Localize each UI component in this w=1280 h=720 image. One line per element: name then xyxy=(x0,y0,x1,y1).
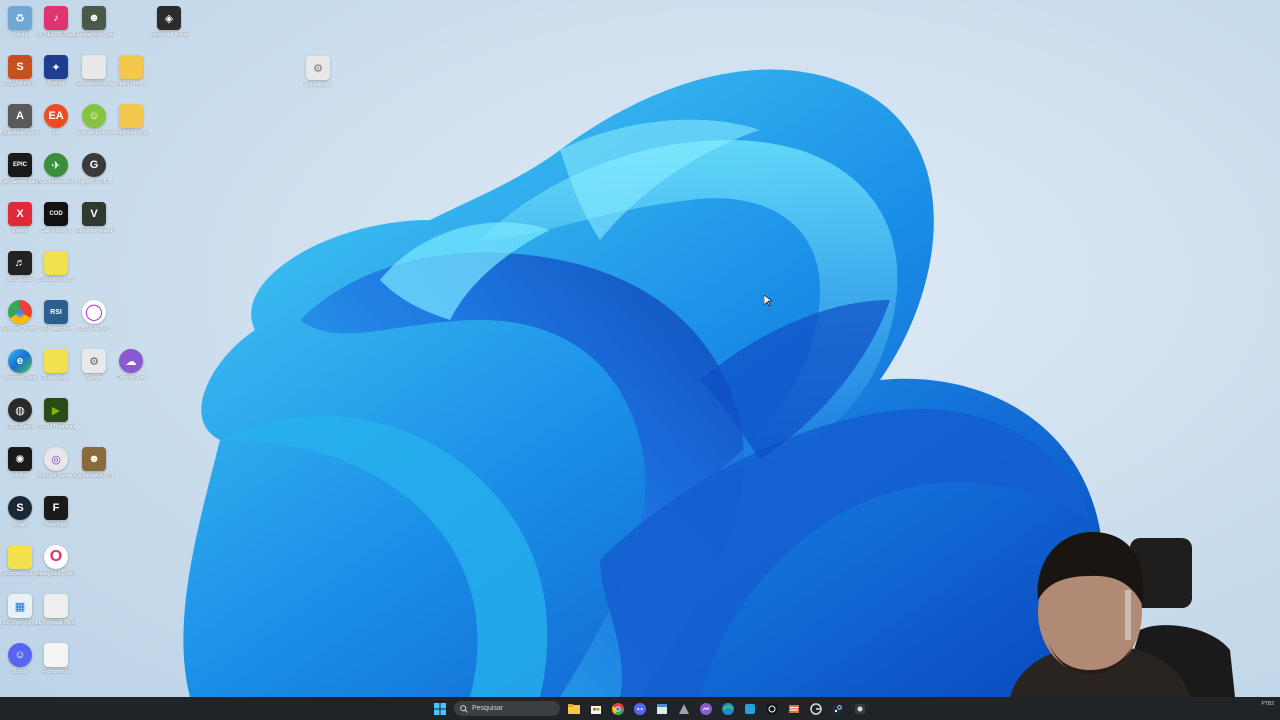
call-of-duty-icon[interactable]: COD Call of Duty ® xyxy=(36,200,76,248)
start-button[interactable] xyxy=(432,701,448,717)
discord-icon xyxy=(634,702,646,715)
app-button[interactable] xyxy=(654,701,670,717)
app-icon[interactable]: ☺ Teste de Entrega xyxy=(74,102,114,150)
hydra-icon[interactable]: ✺ Hydra xyxy=(0,445,40,493)
game-icon[interactable]: ☻ Os Farpanalt(PT) xyxy=(74,445,114,493)
escape-from-tarkov-icon[interactable]: ☻ Escape from Tarkov xyxy=(74,4,114,52)
file-explorer-button[interactable] xyxy=(566,701,582,717)
chrome-icon xyxy=(612,702,624,715)
obs-icon xyxy=(766,703,778,714)
steam-icon[interactable]: S Steam xyxy=(0,494,40,542)
folder-icon[interactable]: Documentos (1) xyxy=(36,249,76,297)
msi-afterburner-icon[interactable]: ✈ MSI Afterburner xyxy=(36,151,76,199)
app-icon[interactable]: F Demobbm xyxy=(36,494,76,542)
ea-icon[interactable]: EA EA xyxy=(36,102,76,150)
file-icon[interactable]: Mc Fé nada (Bern) jo... xyxy=(36,592,76,640)
app-button[interactable] xyxy=(786,701,802,717)
gray-zone-icon[interactable]: V Gray Zone Warfare xyxy=(74,200,114,248)
discord-button[interactable] xyxy=(632,701,648,717)
search-placeholder: Pesquisar xyxy=(472,705,504,712)
logitech-icon[interactable]: G Logitech G HUB xyxy=(74,151,114,199)
app-icon[interactable]: ✦ Discord xyxy=(36,53,76,101)
epic-games-icon[interactable]: EPIC Epic Games Launcher xyxy=(0,151,40,199)
obs-icon[interactable]: ◍ OBS Studio xyxy=(0,396,40,444)
rsi-launcher-icon[interactable]: RSI RSI Launcher xyxy=(36,298,76,346)
logitech-icon xyxy=(810,702,822,715)
file-icon[interactable]: Fechamento xyxy=(36,641,76,689)
recycle-bin-icon[interactable]: ♻ Lixeira xyxy=(0,4,40,52)
steam-button[interactable] xyxy=(830,701,846,717)
app-icon[interactable]: ◯ OBS GALAXY xyxy=(74,298,114,346)
app-icon xyxy=(789,704,799,713)
battlestate-icon[interactable]: A Battlestate Games L... xyxy=(0,102,40,150)
app-icon xyxy=(745,703,755,714)
folder-icon[interactable]: Arquivos Profits xyxy=(111,102,151,150)
mouse-cursor-icon xyxy=(764,295,772,307)
edge-icon xyxy=(722,702,734,715)
chrome-icon[interactable]: ◉ Google Chrome xyxy=(0,298,40,346)
scum-icon[interactable]: S SCUM Admin... xyxy=(0,53,40,101)
app-icon[interactable]: ⚙ comandos... xyxy=(298,54,338,102)
radio-icon[interactable]: ♬ NBC Rádio xyxy=(0,249,40,297)
folder-icon[interactable]: Documentos Ecológicos xyxy=(0,543,40,591)
windows-icon xyxy=(434,702,446,715)
exitlag-icon[interactable]: X Exitlag xyxy=(0,200,40,248)
folder-icon[interactable]: media Profit... xyxy=(111,53,151,101)
messenger-icon xyxy=(700,702,712,715)
webcam-overlay xyxy=(1010,532,1235,697)
edge-icon[interactable]: e Microsoft Edge xyxy=(0,347,40,395)
tray-text: PTB2 xyxy=(1261,701,1274,707)
app-button[interactable] xyxy=(676,701,692,717)
desktop: ♻ Lixeira ♪ TikTok LIVE Studio ☻ Escape … xyxy=(0,0,1280,697)
settings-icon[interactable]: ⚙ Google xyxy=(74,347,114,395)
taskbar: Pesquisar PTB2 xyxy=(0,697,1280,720)
tiktok-live-studio-icon[interactable]: ♪ TikTok LIVE Studio xyxy=(36,4,76,52)
opera-icon[interactable]: O Navegador Opera GX xyxy=(36,543,76,591)
file-icon[interactable]: Setup do conecta... xyxy=(74,53,114,101)
setup-admin-icon[interactable]: ◈ SetupMa... Admin xyxy=(149,4,189,52)
search-icon xyxy=(460,704,468,713)
folder-icon[interactable]: Glufas Mult... xyxy=(36,347,76,395)
messenger-button[interactable] xyxy=(698,701,714,717)
app-button[interactable] xyxy=(742,701,758,717)
file-explorer-icon xyxy=(568,703,580,714)
window-icon xyxy=(657,703,667,714)
app-button[interactable] xyxy=(852,701,868,717)
store-button[interactable] xyxy=(588,701,604,717)
edge-button[interactable] xyxy=(720,701,736,717)
steam-icon xyxy=(832,702,844,715)
taskbar-search[interactable]: Pesquisar xyxy=(454,701,560,716)
nvidia-icon[interactable]: ▶ NVIDIA Broadcast xyxy=(36,396,76,444)
webcam-icon[interactable]: ◎ Webcam Camera xyxy=(36,445,76,493)
system-tray[interactable]: PTB2 xyxy=(1261,701,1274,707)
app-button[interactable] xyxy=(808,701,824,717)
app-icon[interactable]: ▦ Flag Slying Light 16... xyxy=(0,592,40,640)
app-icon xyxy=(679,703,689,714)
taskbar-center: Pesquisar xyxy=(432,697,868,720)
discord-icon[interactable]: ☺ Discord xyxy=(0,641,40,689)
chat-bubble-icon[interactable]: ☁ Discord Jam xyxy=(111,347,151,395)
app-button[interactable] xyxy=(764,701,780,717)
chrome-button[interactable] xyxy=(610,701,626,717)
store-icon xyxy=(591,705,601,714)
app-icon xyxy=(855,703,865,714)
